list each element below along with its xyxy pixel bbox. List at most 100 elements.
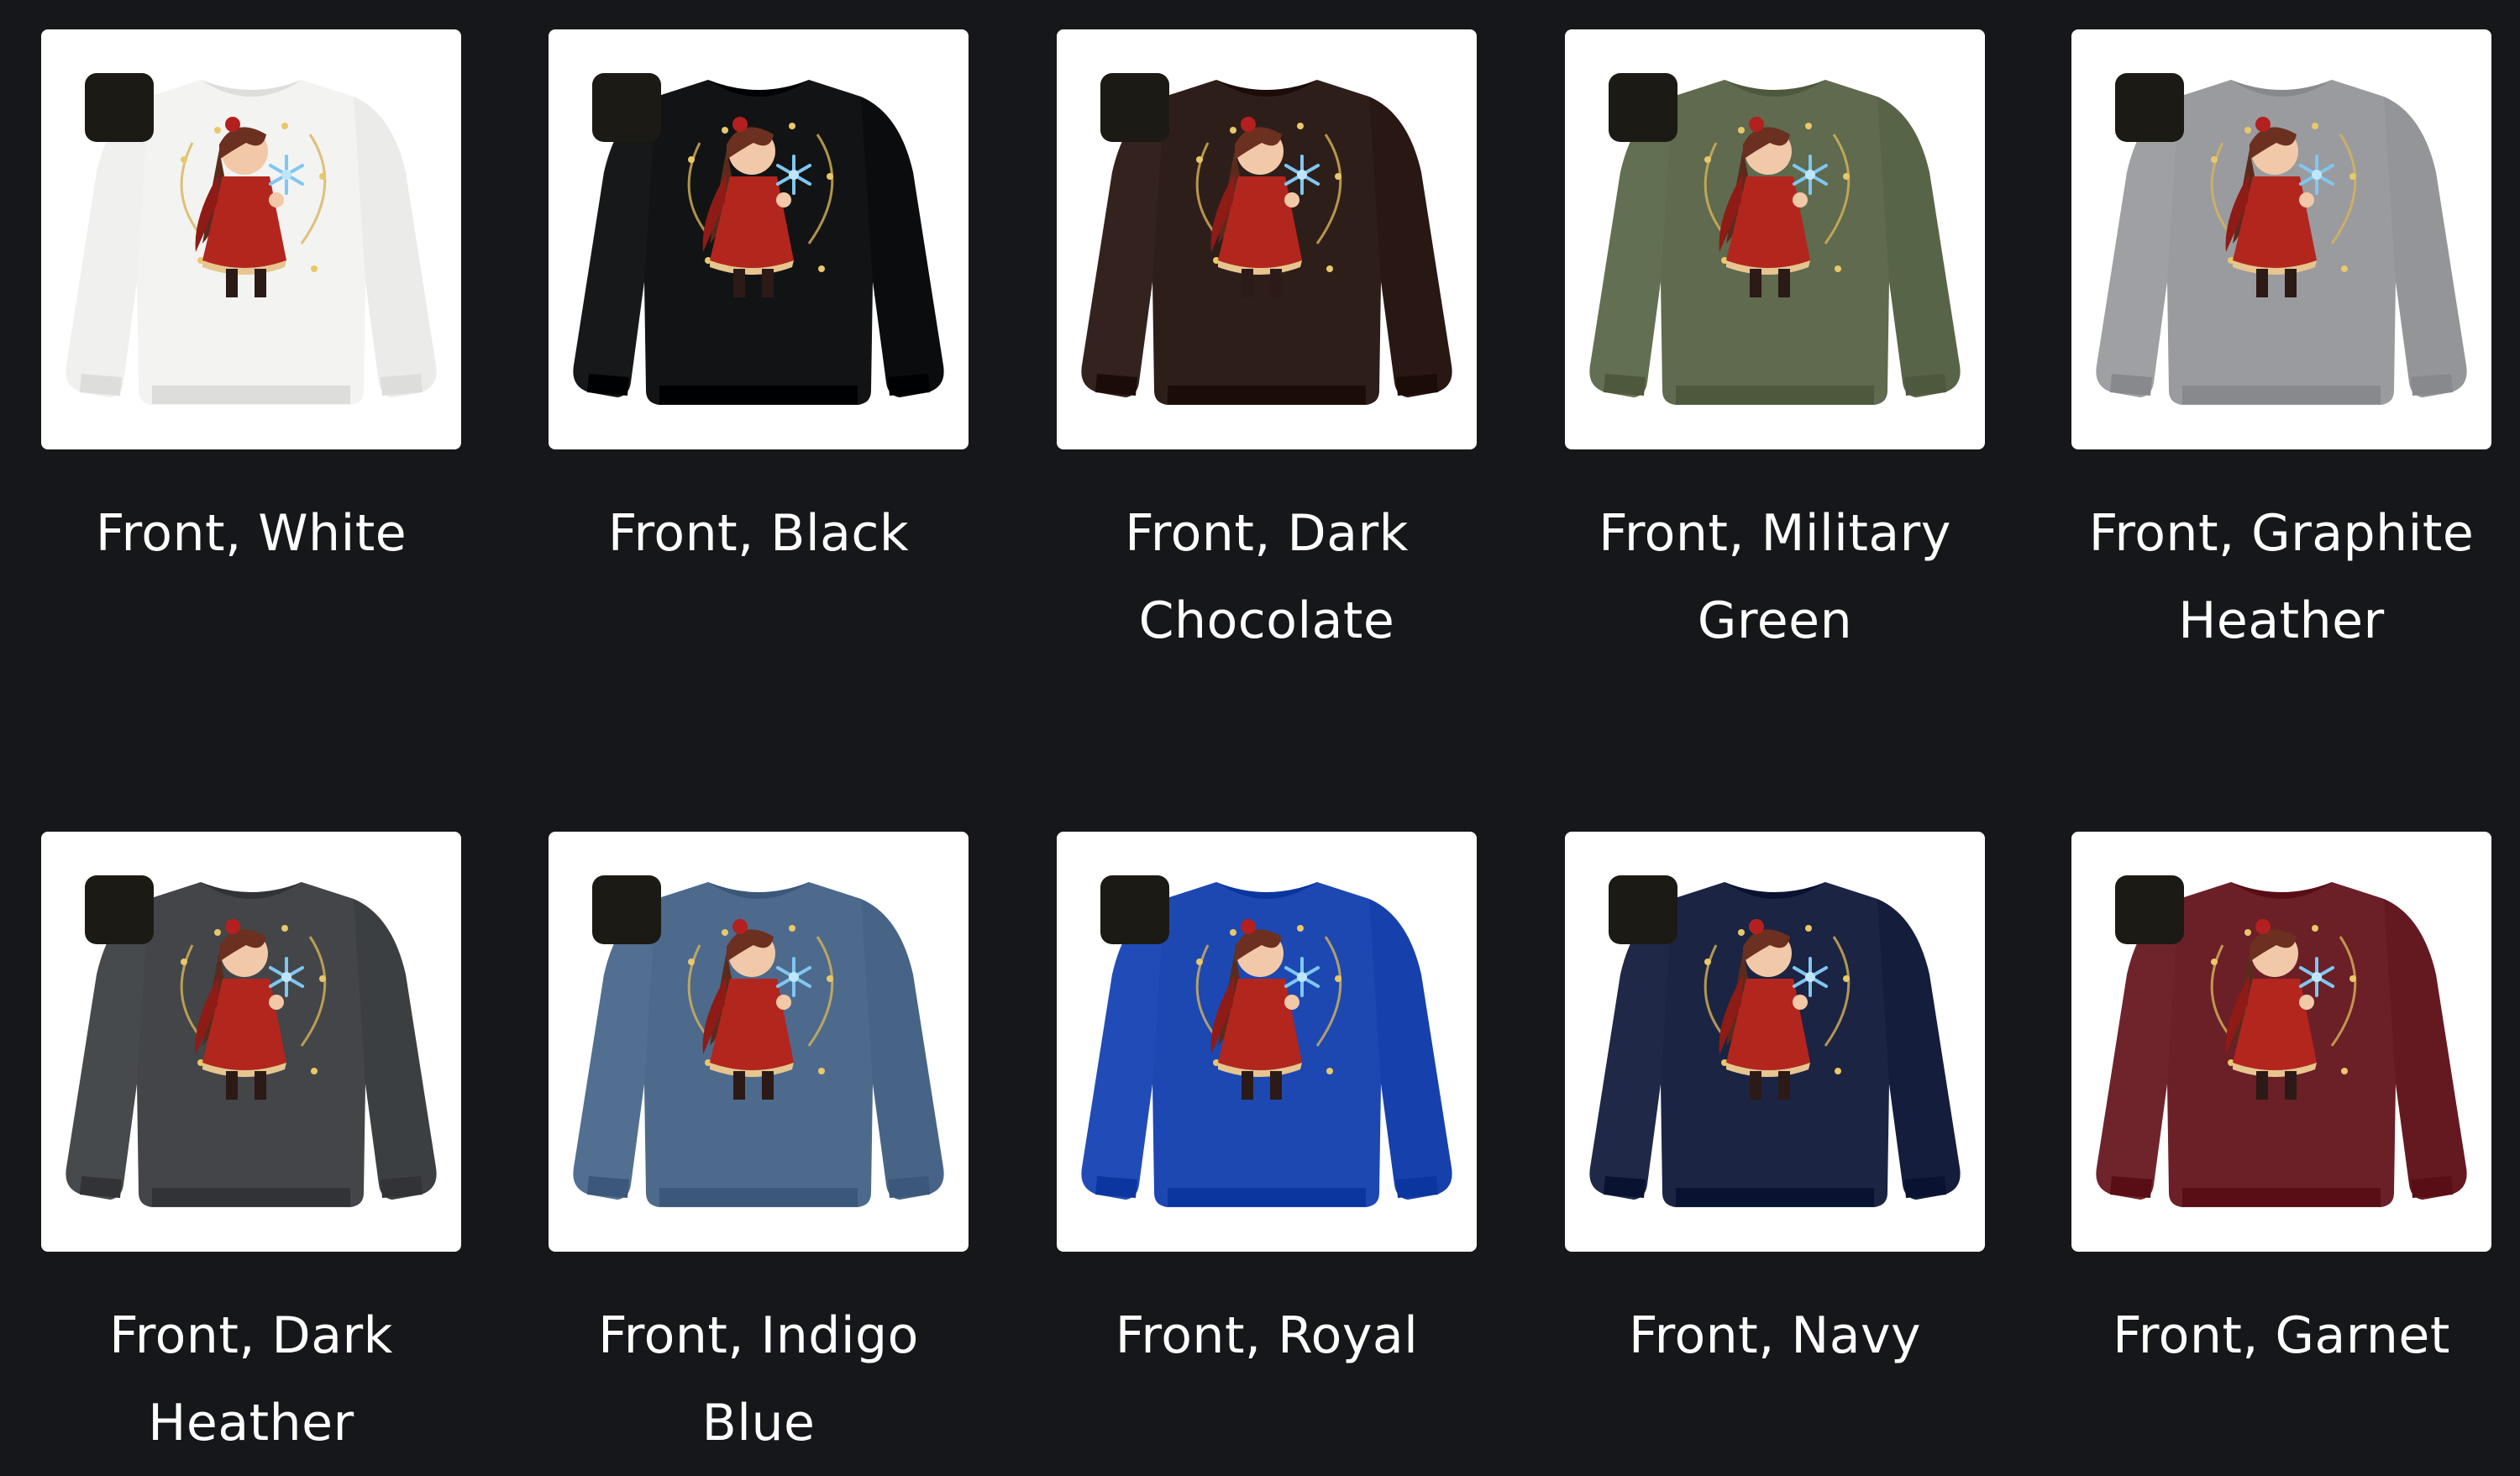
right-cuff xyxy=(1396,1176,1438,1198)
boot xyxy=(2256,269,2268,297)
snowflake-center xyxy=(1297,170,1307,180)
select-checkbox[interactable] xyxy=(1100,875,1169,944)
sparkle-dot xyxy=(789,123,795,129)
left-cuff xyxy=(1604,374,1646,396)
select-checkbox[interactable] xyxy=(1609,875,1677,944)
sparkle-dot xyxy=(214,127,221,134)
hair-bow xyxy=(732,919,748,934)
boot xyxy=(1270,1071,1282,1100)
variant-thumbnail[interactable] xyxy=(2071,29,2491,449)
snowflake-center xyxy=(1805,972,1815,982)
sparkle-dot xyxy=(281,123,288,129)
variant-tile[interactable]: Front, Black xyxy=(549,29,969,577)
variant-thumbnail[interactable] xyxy=(1565,29,1985,449)
sleeve-shadow xyxy=(861,97,944,397)
variant-thumbnail[interactable] xyxy=(2071,832,2491,1252)
select-checkbox[interactable] xyxy=(1100,73,1169,142)
hand xyxy=(776,995,791,1010)
hair-bow xyxy=(1241,117,1256,132)
variant-tile[interactable]: Front, Dark Heather xyxy=(41,832,461,1467)
sparkle-dot xyxy=(311,1068,318,1074)
select-checkbox[interactable] xyxy=(2115,875,2184,944)
sleeve-shadow xyxy=(1369,899,1452,1200)
hand xyxy=(269,995,284,1010)
right-cuff xyxy=(2411,1176,2453,1198)
variant-tile[interactable]: Front, Navy xyxy=(1565,832,1985,1379)
boot xyxy=(1750,1071,1761,1100)
sparkle-dot xyxy=(1326,1068,1333,1074)
variant-thumbnail[interactable] xyxy=(549,29,969,449)
select-checkbox[interactable] xyxy=(85,875,154,944)
select-checkbox[interactable] xyxy=(592,875,661,944)
sparkle-dot xyxy=(181,156,187,163)
sparkle-dot xyxy=(311,265,318,272)
sparkle-dot xyxy=(1230,127,1236,134)
waistband xyxy=(2182,386,2381,404)
select-checkbox[interactable] xyxy=(85,73,154,142)
sparkle-dot xyxy=(688,959,695,965)
sparkle-dot xyxy=(1835,1068,1841,1074)
variant-thumbnail[interactable] xyxy=(41,29,461,449)
snowflake-center xyxy=(789,170,799,180)
variant-thumbnail[interactable] xyxy=(549,832,969,1252)
variant-thumbnail[interactable] xyxy=(41,832,461,1252)
variant-tile[interactable]: Front, Indigo Blue xyxy=(549,832,969,1467)
boot xyxy=(1242,1071,1253,1100)
sparkle-dot xyxy=(281,925,288,932)
boot xyxy=(226,269,238,297)
right-cuff xyxy=(1904,1176,1946,1198)
sparkle-dot xyxy=(1843,975,1850,982)
sparkle-dot xyxy=(722,929,728,936)
variant-tile[interactable]: Front, Military Green xyxy=(1565,29,1985,664)
variant-label: Front, White xyxy=(95,504,407,563)
waistband xyxy=(1168,1188,1366,1206)
sparkle-dot xyxy=(1326,265,1333,272)
variant-tile[interactable]: Front, Garnet xyxy=(2071,832,2491,1379)
sparkle-dot xyxy=(214,929,221,936)
sleeve-shadow xyxy=(2384,899,2467,1200)
snowflake-center xyxy=(281,170,291,180)
waistband xyxy=(1168,386,1366,404)
sparkle-dot xyxy=(789,925,795,932)
boot xyxy=(1778,269,1790,297)
sparkle-dot xyxy=(1843,173,1850,180)
sparkle-dot xyxy=(1335,173,1341,180)
left-cuff xyxy=(2110,374,2152,396)
right-cuff xyxy=(1904,374,1946,396)
variant-label: Front, Military Green xyxy=(1599,504,1951,650)
sleeve-shadow xyxy=(354,97,437,397)
boot xyxy=(733,1071,745,1100)
waistband xyxy=(659,386,858,404)
sparkle-dot xyxy=(1704,959,1711,965)
variant-thumbnail[interactable] xyxy=(1057,29,1477,449)
waistband xyxy=(1676,1188,1874,1206)
boot xyxy=(733,269,745,297)
sparkle-dot xyxy=(1805,925,1812,932)
sparkle-dot xyxy=(1704,156,1711,163)
boot xyxy=(2285,269,2297,297)
sparkle-dot xyxy=(1196,156,1203,163)
variant-tile[interactable]: Front, Graphite Heather xyxy=(2071,29,2491,664)
hair-bow xyxy=(1241,919,1256,934)
boot xyxy=(2285,1071,2297,1100)
sparkle-dot xyxy=(818,265,825,272)
sleeve-shadow xyxy=(2384,97,2467,397)
boot xyxy=(762,269,774,297)
select-checkbox[interactable] xyxy=(2115,73,2184,142)
waistband xyxy=(1676,386,1874,404)
select-checkbox[interactable] xyxy=(592,73,661,142)
variant-thumbnail[interactable] xyxy=(1565,832,1985,1252)
variant-label: Front, Garnet xyxy=(2113,1306,2450,1365)
sparkle-dot xyxy=(319,173,326,180)
sparkle-dot xyxy=(1805,123,1812,129)
sleeve-shadow xyxy=(861,899,944,1200)
variant-tile[interactable]: Front, Royal xyxy=(1057,832,1477,1379)
variant-label: Front, Graphite Heather xyxy=(2088,504,2475,650)
variant-label: Front, Royal xyxy=(1115,1306,1419,1365)
variant-tile[interactable]: Front, White xyxy=(41,29,461,577)
variant-thumbnail[interactable] xyxy=(1057,832,1477,1252)
variant-tile[interactable]: Front, Dark Chocolate xyxy=(1057,29,1477,664)
select-checkbox[interactable] xyxy=(1609,73,1677,142)
variant-label: Front, Dark Heather xyxy=(109,1306,393,1452)
sparkle-dot xyxy=(827,975,833,982)
